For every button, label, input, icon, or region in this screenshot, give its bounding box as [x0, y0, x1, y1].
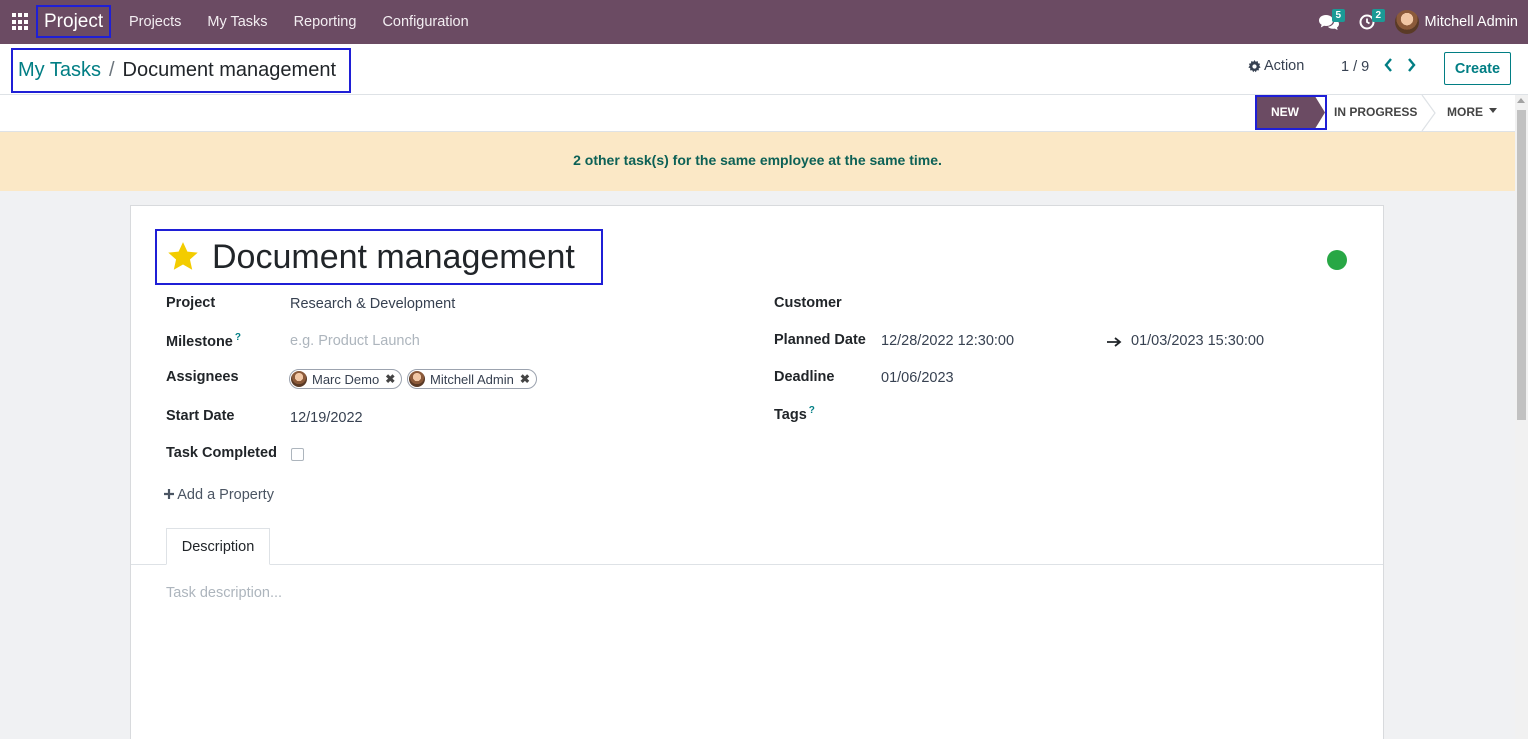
- deadline-field[interactable]: 01/06/2023: [881, 370, 954, 386]
- menu-item-projects[interactable]: Projects: [116, 0, 194, 44]
- project-field[interactable]: Research & Development: [290, 296, 455, 312]
- assignee-avatar: [409, 371, 425, 387]
- task-completed-checkbox[interactable]: [291, 448, 304, 461]
- app-name[interactable]: Project: [36, 5, 112, 38]
- customer-field[interactable]: [881, 296, 1181, 314]
- caret-down-icon: [1489, 108, 1498, 113]
- create-button[interactable]: Create: [1444, 52, 1511, 85]
- planned-date-label: Planned Date: [774, 332, 866, 348]
- messages-button[interactable]: 5: [1318, 0, 1346, 44]
- menu-item-configuration[interactable]: Configuration: [369, 0, 481, 44]
- user-name: Mitchell Admin: [1424, 14, 1518, 30]
- stage-in-progress-button[interactable]: IN PROGRESS: [1334, 105, 1417, 119]
- breadcrumb-current: Document management: [122, 59, 336, 81]
- customer-label: Customer: [774, 295, 842, 311]
- messages-count-badge: 5: [1331, 9, 1346, 22]
- arrow-right-icon: [1107, 337, 1122, 347]
- add-property-label: Add a Property: [177, 487, 274, 503]
- action-button[interactable]: Action: [1248, 58, 1304, 74]
- task-completed-label: Task Completed: [166, 445, 277, 461]
- tags-help-icon[interactable]: ?: [809, 405, 815, 416]
- assignee-avatar: [291, 371, 307, 387]
- assignee-name: Mitchell Admin: [430, 371, 514, 387]
- statusbar: NEW IN PROGRESS MORE: [0, 95, 1515, 132]
- control-panel: My Tasks / Document management Action 1 …: [0, 44, 1528, 95]
- menu-item-my-tasks[interactable]: My Tasks: [194, 0, 280, 44]
- tab-description[interactable]: Description: [166, 528, 270, 565]
- milestone-label: Milestone: [166, 333, 233, 350]
- deadline-label: Deadline: [774, 369, 835, 385]
- menu-item-reporting[interactable]: Reporting: [281, 0, 370, 44]
- tags-label-wrap: Tags?: [774, 405, 815, 423]
- breadcrumb-separator: /: [108, 59, 115, 81]
- stage-more-label: MORE: [1447, 105, 1483, 119]
- systray: 5 2 Mitchell Admin: [1318, 0, 1518, 44]
- record-title-box: Document management: [155, 229, 603, 285]
- kanban-state-indicator[interactable]: [1327, 250, 1347, 270]
- pager-value[interactable]: 1 / 9: [1341, 59, 1369, 75]
- pager-next-icon[interactable]: [1407, 57, 1417, 78]
- user-avatar: [1394, 10, 1419, 34]
- milestone-help-icon[interactable]: ?: [235, 332, 241, 343]
- tabs-divider: [131, 564, 1383, 565]
- assignee-name: Marc Demo: [312, 371, 380, 387]
- stage-new-highlight: NEW: [1255, 95, 1327, 130]
- app-menu-icon[interactable]: [12, 13, 30, 31]
- star-icon[interactable]: [166, 240, 200, 274]
- action-label: Action: [1264, 58, 1305, 74]
- activities-count-badge: 2: [1371, 9, 1386, 22]
- top-navbar: Project Projects My Tasks Reporting Conf…: [0, 0, 1528, 44]
- activities-button[interactable]: 2: [1359, 0, 1386, 44]
- planned-date-start-field[interactable]: 12/28/2022 12:30:00: [881, 333, 1014, 349]
- assignee-tag[interactable]: Marc Demo ✖: [289, 369, 403, 389]
- assignees-label: Assignees: [166, 369, 239, 385]
- start-date-label: Start Date: [166, 408, 235, 424]
- record-title[interactable]: Document management: [212, 238, 575, 277]
- remove-tag-icon[interactable]: ✖: [520, 372, 530, 386]
- main-menu: Projects My Tasks Reporting Configuratio…: [116, 0, 482, 44]
- add-property-button[interactable]: Add a Property: [164, 487, 274, 503]
- pager-previous-icon[interactable]: [1383, 57, 1393, 78]
- gear-icon: [1248, 59, 1261, 72]
- conflict-alert: 2 other task(s) for the same employee at…: [0, 132, 1515, 191]
- plus-icon: [164, 489, 174, 499]
- assignee-tag[interactable]: Mitchell Admin ✖: [407, 369, 537, 389]
- form-sheet: Document management Project Research & D…: [130, 205, 1384, 739]
- stage-new-button[interactable]: NEW: [1257, 97, 1325, 128]
- tags-label: Tags: [774, 406, 807, 423]
- milestone-label-wrap: Milestone?: [166, 332, 241, 350]
- description-editor[interactable]: Task description...: [166, 585, 282, 601]
- scrollbar-thumb[interactable]: [1517, 110, 1526, 420]
- scroll-up-arrow-icon[interactable]: [1517, 98, 1525, 103]
- planned-date-end-field[interactable]: 01/03/2023 15:30:00: [1131, 333, 1264, 349]
- project-label: Project: [166, 295, 216, 311]
- user-menu[interactable]: Mitchell Admin: [1394, 10, 1518, 34]
- milestone-field[interactable]: e.g. Product Launch: [290, 333, 420, 349]
- start-date-field[interactable]: 12/19/2022: [290, 410, 363, 426]
- stage-more-dropdown[interactable]: MORE: [1447, 105, 1498, 119]
- remove-tag-icon[interactable]: ✖: [385, 372, 395, 386]
- breadcrumb-parent-link[interactable]: My Tasks: [18, 59, 101, 82]
- breadcrumb: My Tasks / Document management: [11, 48, 351, 93]
- stage-separator-chevron: [1421, 95, 1436, 131]
